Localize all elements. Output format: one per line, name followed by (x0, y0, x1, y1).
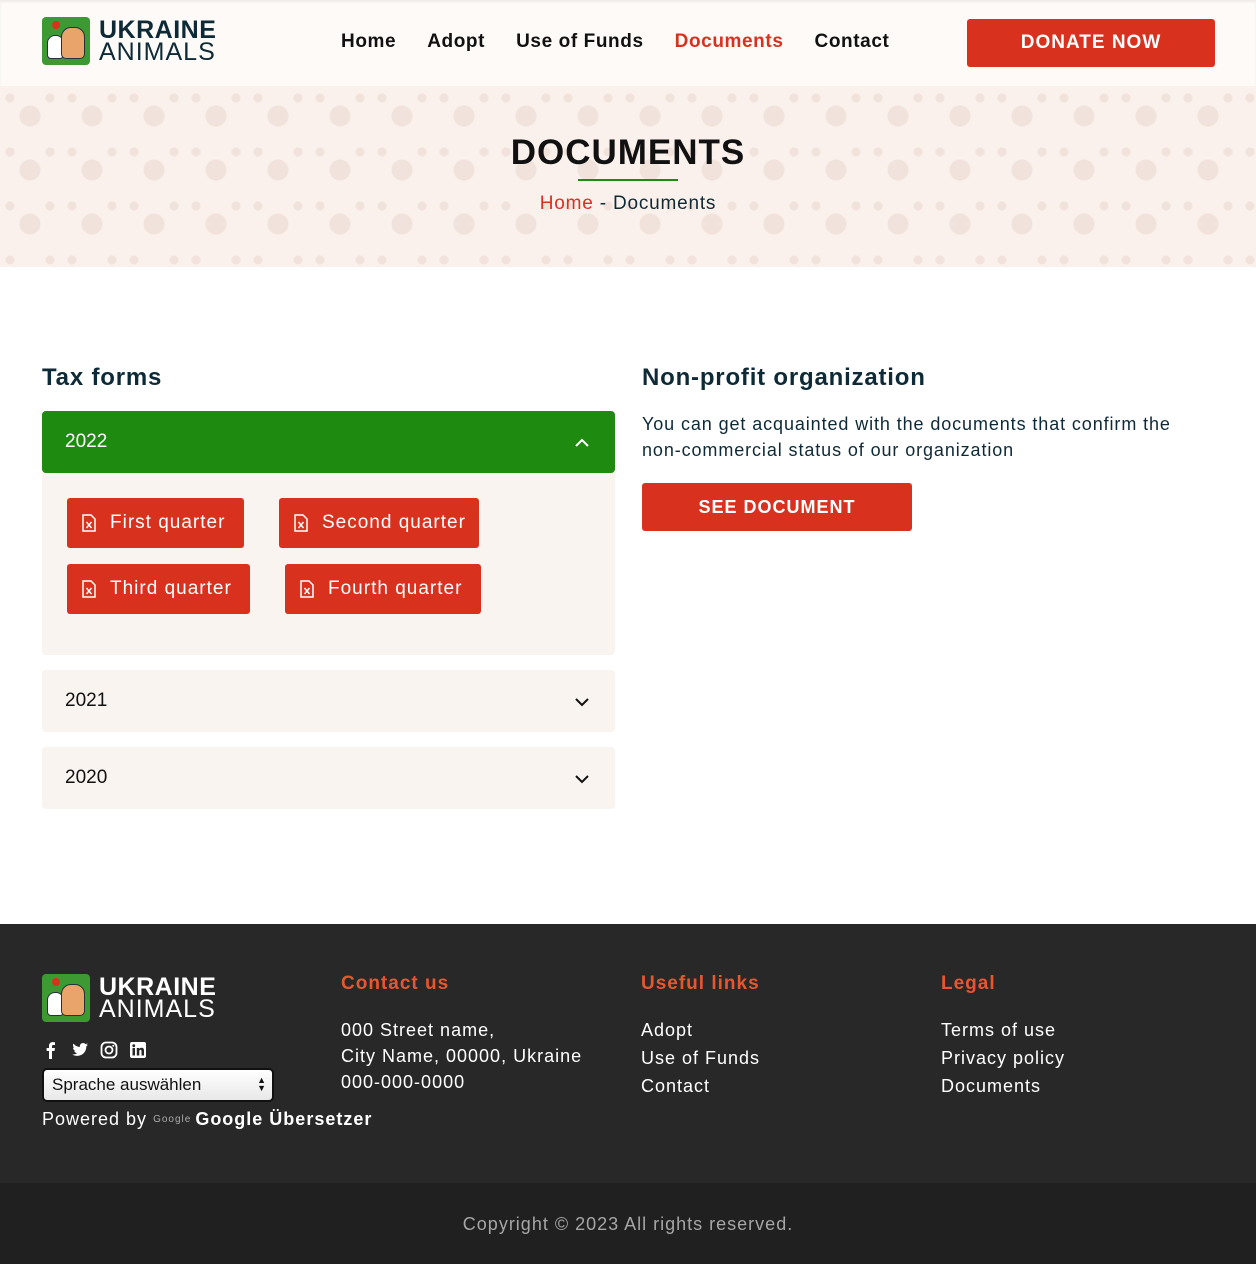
nav-home[interactable]: Home (341, 31, 396, 53)
accordion-body-2022: First quarter Second quarter Third quart… (42, 473, 615, 655)
site-footer: UKRAINE ANIMALS Sprache auswählen ▲ ▼ Pow… (0, 924, 1256, 1183)
main-nav: Home Adopt Use of Funds Documents Contac… (341, 31, 889, 53)
copyright-text: Copyright © 2023 All rights reserved. (462, 1214, 794, 1234)
document-label: Second quarter (322, 512, 466, 533)
site-header: UKRAINE ANIMALS Home Adopt Use of Funds … (0, 0, 1256, 86)
logo-image (42, 17, 90, 65)
footer-link-adopt[interactable]: Adopt (641, 1016, 760, 1044)
contact-phone: 000-000-0000 (341, 1072, 466, 1092)
chevron-down-icon (575, 775, 589, 784)
first-quarter-button[interactable]: First quarter (67, 498, 244, 548)
nonprofit-title: Non-profit organization (642, 364, 926, 391)
document-label: Fourth quarter (328, 578, 463, 599)
footer-legal-title: Legal (941, 973, 996, 994)
language-select-value: Sprache auswählen (52, 1075, 202, 1094)
google-translate-link[interactable]: Google Übersetzer (195, 1109, 372, 1130)
logo-text: UKRAINE ANIMALS (99, 18, 216, 66)
footer-contact-title: Contact us (341, 973, 450, 994)
breadcrumb-home-link[interactable]: Home (540, 193, 594, 214)
powered-by-google-translate: Powered by Google Google Übersetzer (42, 1109, 372, 1130)
twitter-icon[interactable] (71, 1041, 89, 1059)
accordion-header-2022[interactable]: 2022 (42, 411, 615, 473)
instagram-icon[interactable] (100, 1041, 118, 1059)
tax-forms-title: Tax forms (42, 364, 163, 391)
logo-image (42, 974, 90, 1022)
footer-link-privacy[interactable]: Privacy policy (941, 1044, 1065, 1072)
accordion-year-label: 2020 (65, 767, 108, 788)
accordion-2021: 2021 (42, 670, 615, 732)
footer-link-use-of-funds[interactable]: Use of Funds (641, 1044, 760, 1072)
document-label: Third quarter (110, 578, 232, 599)
nav-contact[interactable]: Contact (815, 31, 890, 53)
nav-documents[interactable]: Documents (675, 31, 784, 53)
contact-address-line1: 000 Street name, (341, 1020, 496, 1040)
footer-useful-title: Useful links (641, 973, 760, 994)
file-excel-icon (294, 514, 308, 532)
breadcrumb-separator: - (593, 193, 613, 214)
logo-line2: ANIMALS (99, 995, 216, 1023)
footer-useful-links: Adopt Use of Funds Contact (641, 1016, 760, 1100)
chevron-down-icon (575, 698, 589, 707)
social-links (42, 1041, 147, 1059)
accordion-2020: 2020 (42, 747, 615, 809)
logo-text: UKRAINE ANIMALS (99, 975, 216, 1023)
google-logo-icon: Google (153, 1114, 192, 1125)
nonprofit-description: You can get acquainted with the document… (642, 414, 1171, 460)
contact-address-line2: City Name, 00000, Ukraine (341, 1046, 583, 1066)
page-hero: DOCUMENTS Home - Documents (0, 86, 1256, 267)
file-excel-icon (82, 514, 96, 532)
footer-legal-links: Terms of use Privacy policy Documents (941, 1016, 1065, 1100)
second-quarter-button[interactable]: Second quarter (279, 498, 479, 548)
see-document-button[interactable]: SEE DOCUMENT (642, 483, 912, 531)
fourth-quarter-button[interactable]: Fourth quarter (285, 564, 481, 614)
nav-adopt[interactable]: Adopt (427, 31, 485, 53)
copyright-bar: Copyright © 2023 All rights reserved. (0, 1183, 1256, 1264)
linkedin-icon[interactable] (129, 1041, 147, 1059)
breadcrumb-current: Documents (612, 193, 717, 214)
file-excel-icon (300, 580, 314, 598)
language-select[interactable]: Sprache auswählen ▲ ▼ (42, 1068, 274, 1102)
accordion-year-label: 2021 (65, 690, 108, 711)
footer-link-terms[interactable]: Terms of use (941, 1016, 1065, 1044)
footer-contact-info: 000 Street name, City Name, 00000, Ukrai… (341, 1017, 582, 1095)
donate-now-button[interactable]: DONATE NOW (967, 19, 1215, 67)
file-excel-icon (82, 580, 96, 598)
footer-link-documents[interactable]: Documents (941, 1072, 1065, 1100)
powered-by-label: Powered by (42, 1109, 148, 1129)
logo-line2: ANIMALS (99, 38, 216, 66)
accordion-header-2020[interactable]: 2020 (42, 747, 615, 809)
facebook-icon[interactable] (42, 1041, 60, 1059)
accordion-2022: 2022 First quarter Second quarter Third … (42, 411, 615, 655)
site-logo[interactable]: UKRAINE ANIMALS (42, 17, 216, 65)
third-quarter-button[interactable]: Third quarter (67, 564, 250, 614)
nav-use-of-funds[interactable]: Use of Funds (516, 31, 644, 53)
page-title: DOCUMENTS (510, 133, 746, 172)
footer-link-contact[interactable]: Contact (641, 1072, 760, 1100)
accordion-year-label: 2022 (65, 431, 108, 452)
footer-logo[interactable]: UKRAINE ANIMALS (42, 974, 216, 1022)
chevron-up-icon (575, 438, 589, 447)
select-arrows-icon: ▲ ▼ (257, 1075, 266, 1093)
document-label: First quarter (110, 512, 226, 533)
breadcrumb: Home - Documents (0, 193, 1256, 215)
title-underline (578, 179, 678, 181)
accordion-header-2021[interactable]: 2021 (42, 670, 615, 732)
